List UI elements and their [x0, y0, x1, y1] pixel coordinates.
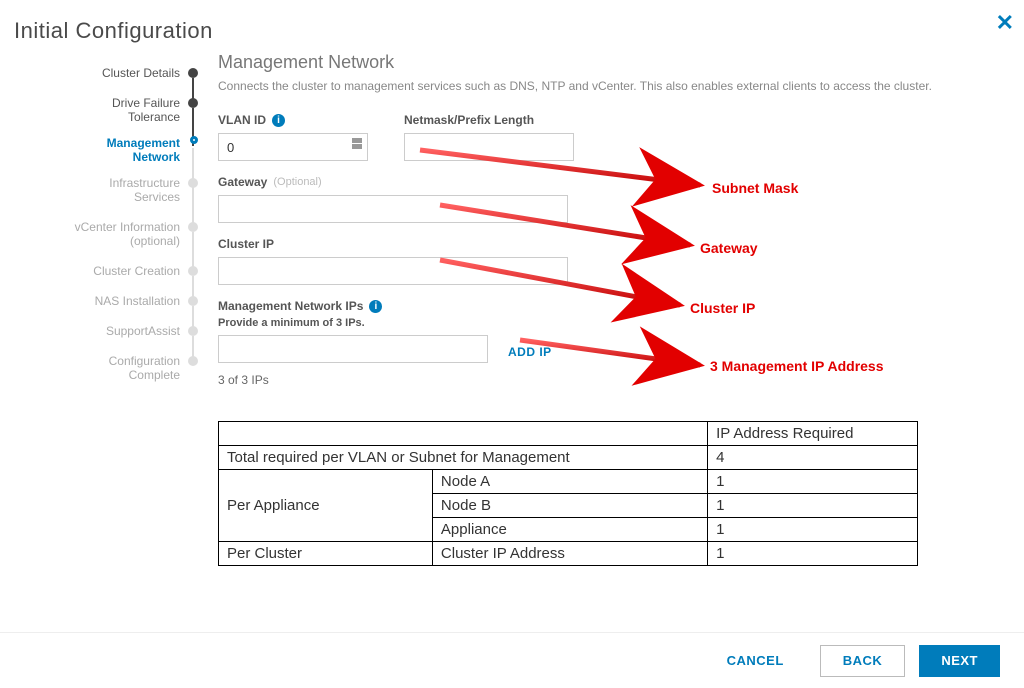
step-cluster-creation: Cluster Creation: [8, 260, 198, 290]
mgmt-ip-input[interactable]: [218, 335, 488, 363]
netmask-input[interactable]: [404, 133, 574, 161]
table-cell: 4: [708, 446, 918, 470]
annotation-subnet-mask: Subnet Mask: [712, 180, 798, 196]
ip-requirements-table: IP Address Required Total required per V…: [218, 421, 918, 566]
step-cluster-details[interactable]: Cluster Details: [8, 62, 198, 92]
netmask-label: Netmask/Prefix Length: [404, 113, 574, 127]
gateway-label: Gateway (Optional): [218, 175, 1008, 189]
back-button[interactable]: BACK: [820, 645, 906, 677]
table-header-required: IP Address Required: [708, 422, 918, 446]
cluster-ip-label: Cluster IP: [218, 237, 1008, 251]
vlan-id-label: VLAN ID i: [218, 113, 368, 127]
wizard-stepper: Cluster Details Drive Failure Tolerance …: [8, 62, 198, 390]
next-button[interactable]: NEXT: [919, 645, 1000, 677]
mgmt-ips-description: Provide a minimum of 3 IPs.: [218, 317, 1008, 329]
info-icon[interactable]: i: [272, 114, 285, 127]
table-row: Per Appliance Node A 1: [219, 470, 918, 494]
cluster-ip-input[interactable]: [218, 257, 568, 285]
annotation-mgmt-ip: 3 Management IP Address: [710, 358, 884, 374]
table-row: IP Address Required: [219, 422, 918, 446]
table-header-blank: [219, 422, 708, 446]
step-management-network[interactable]: Management Network: [8, 132, 198, 172]
vlan-id-input[interactable]: [218, 133, 368, 161]
step-vcenter-information: vCenter Information (optional): [8, 216, 198, 260]
table-cell: Per Cluster: [219, 542, 433, 566]
table-cell: Appliance: [432, 518, 707, 542]
info-icon[interactable]: i: [369, 300, 382, 313]
gateway-input[interactable]: [218, 195, 568, 223]
table-row: Total required per VLAN or Subnet for Ma…: [219, 446, 918, 470]
table-cell: Total required per VLAN or Subnet for Ma…: [219, 446, 708, 470]
table-cell: 1: [708, 494, 918, 518]
add-ip-button[interactable]: ADD IP: [508, 345, 1008, 359]
wizard-footer: CANCEL BACK NEXT: [0, 632, 1024, 688]
table-row: Per Cluster Cluster IP Address 1: [219, 542, 918, 566]
ip-count: 3 of 3 IPs: [218, 373, 1008, 387]
table-cell: Node B: [432, 494, 707, 518]
cancel-button[interactable]: CANCEL: [705, 645, 806, 677]
table-cell: Node A: [432, 470, 707, 494]
step-drive-failure-tolerance[interactable]: Drive Failure Tolerance: [8, 92, 198, 132]
annotation-gateway: Gateway: [700, 240, 758, 256]
close-icon[interactable]: ✕: [996, 10, 1014, 36]
mgmt-ips-label: Management Network IPs i: [218, 299, 1008, 313]
table-cell: 1: [708, 542, 918, 566]
step-supportassist: SupportAssist: [8, 320, 198, 350]
step-infrastructure-services: Infrastructure Services: [8, 172, 198, 216]
section-description: Connects the cluster to management servi…: [218, 79, 1008, 93]
table-cell: Per Appliance: [219, 470, 433, 542]
vlan-stepper-icon[interactable]: [352, 138, 362, 149]
table-cell: 1: [708, 518, 918, 542]
step-nas-installation: NAS Installation: [8, 290, 198, 320]
page-title: Initial Configuration: [14, 18, 213, 44]
table-cell: 1: [708, 470, 918, 494]
annotation-cluster-ip: Cluster IP: [690, 300, 755, 316]
table-cell: Cluster IP Address: [432, 542, 707, 566]
step-configuration-complete: Configuration Complete: [8, 350, 198, 390]
section-title: Management Network: [218, 52, 1008, 73]
